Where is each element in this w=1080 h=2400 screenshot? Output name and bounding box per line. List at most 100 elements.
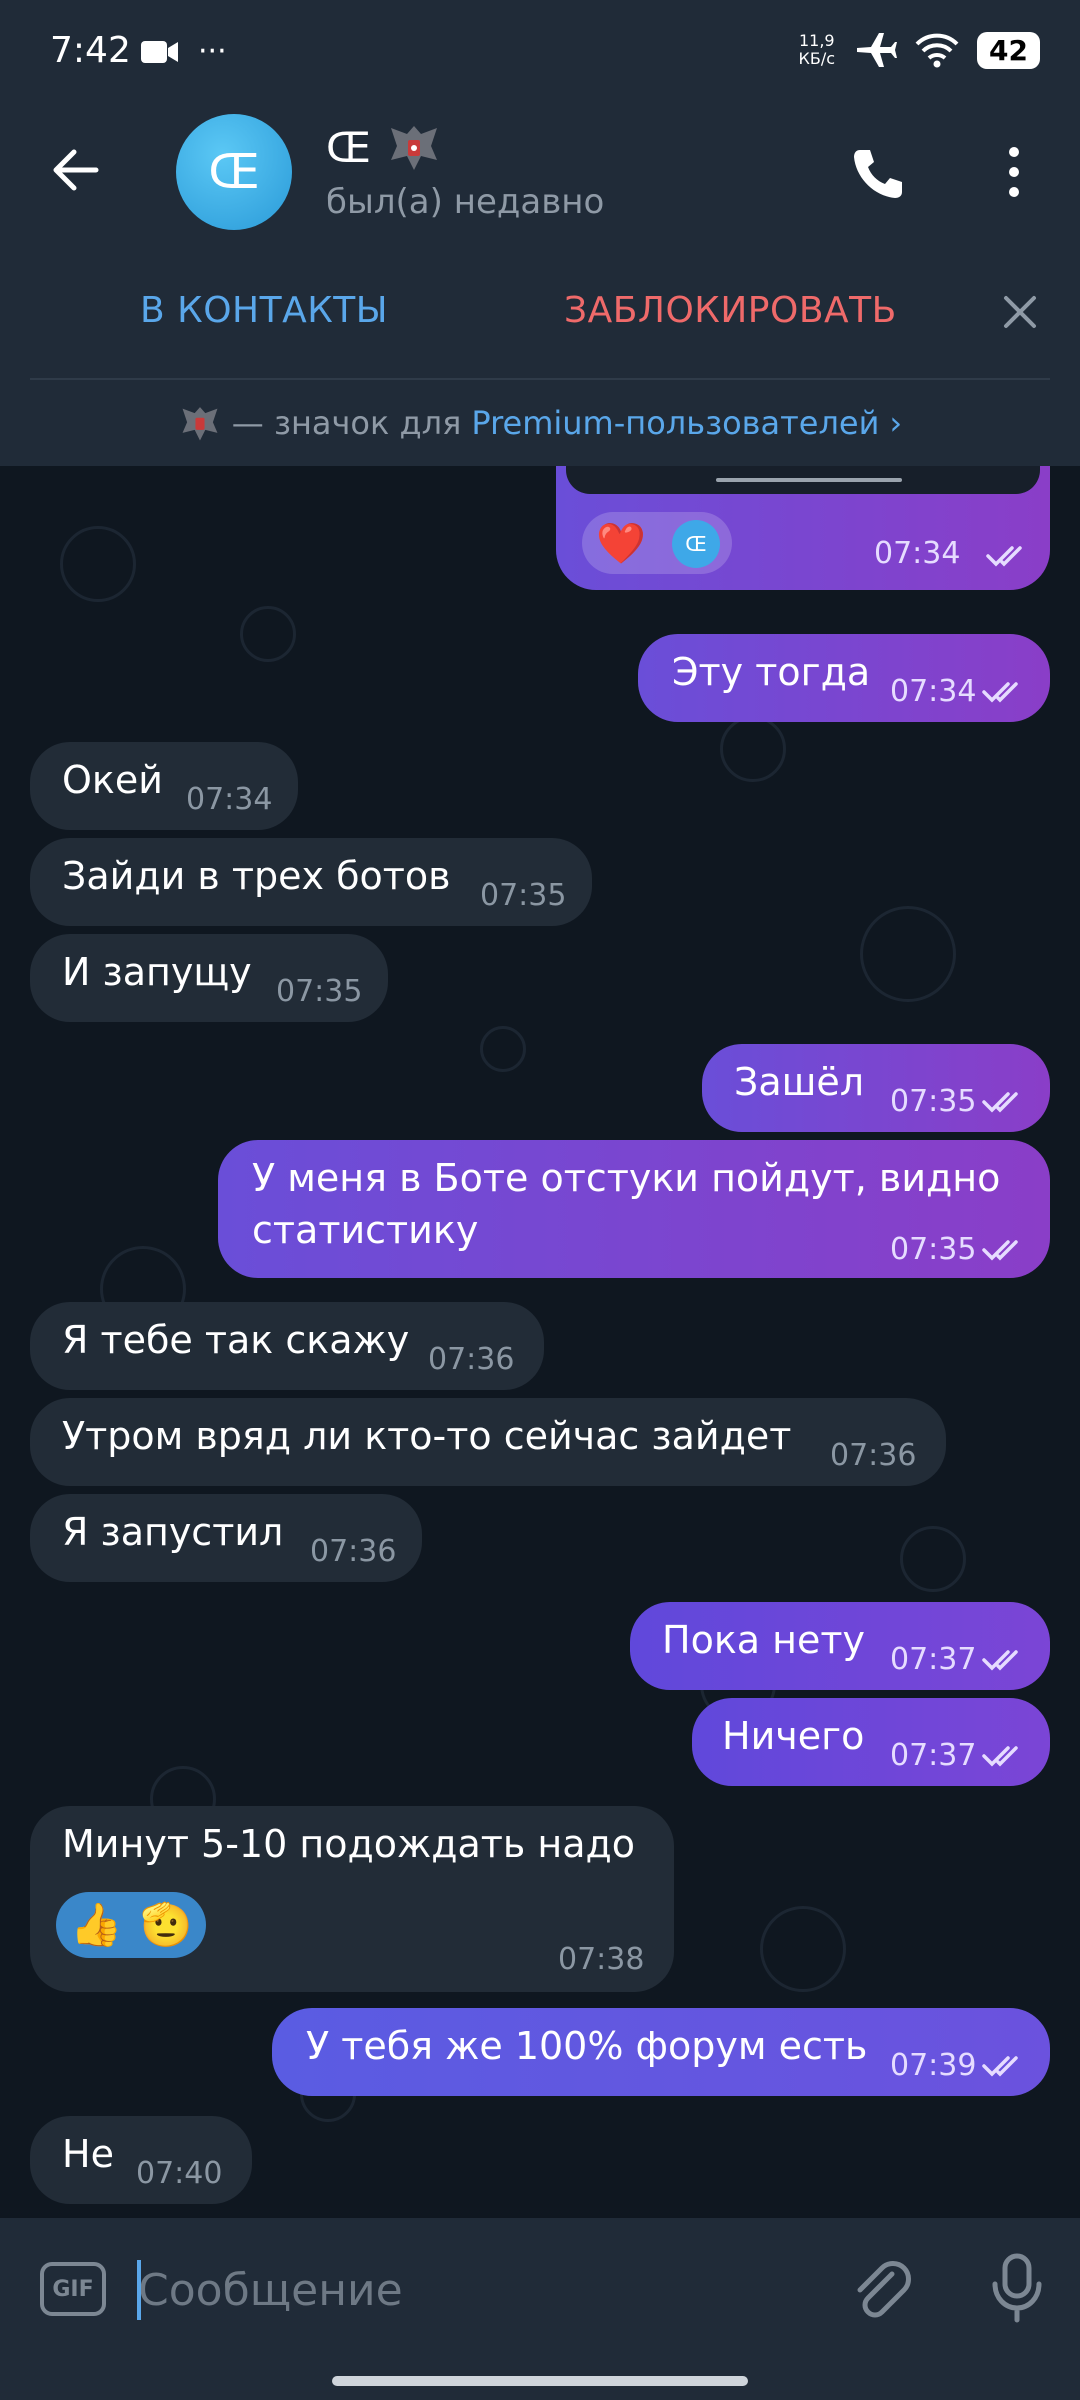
home-gesture-pill[interactable] bbox=[332, 2376, 748, 2386]
message-bubble-incoming[interactable]: Я тебе так скажу 07:36 bbox=[30, 1302, 544, 1390]
message-time: 07:36 bbox=[428, 1342, 515, 1377]
premium-link[interactable]: Premium-пользователей bbox=[471, 404, 879, 442]
reaction-salute[interactable]: 🫡 bbox=[140, 1900, 192, 1950]
reaction-heart[interactable]: ❤️ bbox=[596, 520, 646, 567]
message-bubble-outgoing[interactable]: Ничего 07:37 bbox=[692, 1698, 1050, 1786]
wallpaper-doodle bbox=[760, 1906, 846, 1992]
action-bar: В КОНТАКТЫ ЗАБЛОКИРОВАТЬ bbox=[0, 250, 1080, 380]
block-user-button[interactable]: ЗАБЛОКИРОВАТЬ bbox=[564, 290, 897, 331]
chat-header: Œ Œ был(а) недавно bbox=[0, 108, 1080, 250]
message-text: Пока нету bbox=[662, 1618, 865, 1662]
message-text: Я тебе так скажу bbox=[62, 1318, 410, 1362]
message-bubble-incoming[interactable]: Зайди в трех ботов 07:35 bbox=[30, 838, 592, 926]
message-text: У тебя же 100% форум есть bbox=[306, 2024, 868, 2068]
media-preview[interactable] bbox=[566, 466, 1040, 494]
message-text: И запущу bbox=[62, 950, 252, 994]
read-checkmarks-icon bbox=[982, 1746, 1018, 1767]
read-checkmarks-icon bbox=[982, 682, 1018, 703]
message-input[interactable] bbox=[136, 2254, 800, 2326]
message-time: 07:34 bbox=[874, 536, 961, 571]
message-text: Не bbox=[62, 2132, 114, 2176]
premium-badge-notice[interactable]: — значок для Premium-пользователей › bbox=[0, 380, 1080, 466]
message-time: 07:40 bbox=[136, 2156, 223, 2191]
system-nav-bar bbox=[0, 2358, 1080, 2400]
message-time: 07:37 bbox=[890, 1642, 977, 1677]
message-text: Зашёл bbox=[734, 1060, 865, 1104]
message-composer: GIF bbox=[0, 2218, 1080, 2358]
video-camera-icon bbox=[141, 40, 178, 63]
wallpaper-doodle bbox=[860, 906, 956, 1002]
message-list[interactable]: ❤️ Œ 07:34 Эту тогда 07:34 Окей 07:34 За… bbox=[0, 466, 1080, 2218]
message-time: 07:35 bbox=[890, 1232, 977, 1267]
emoji-status-eagle-icon[interactable] bbox=[385, 118, 443, 176]
more-vertical-icon[interactable] bbox=[1000, 142, 1028, 202]
reaction-thumbs-up[interactable]: 👍 bbox=[70, 1900, 122, 1950]
message-bubble-incoming[interactable]: Окей 07:34 bbox=[30, 742, 298, 830]
message-time: 07:36 bbox=[830, 1438, 917, 1473]
message-bubble-outgoing[interactable]: Пока нету 07:37 bbox=[630, 1602, 1050, 1690]
phone-call-icon[interactable] bbox=[850, 146, 906, 202]
reactions-pill[interactable]: ❤️ Œ bbox=[582, 512, 732, 574]
message-text: Окей bbox=[62, 758, 163, 802]
chevron-right-icon: › bbox=[889, 404, 903, 442]
message-text-line: статистику bbox=[252, 1208, 479, 1252]
message-text-line: У меня в Боте отстуки пойдут, видно bbox=[252, 1156, 1001, 1200]
add-to-contacts-button[interactable]: В КОНТАКТЫ bbox=[140, 290, 388, 331]
wallpaper-doodle bbox=[900, 1526, 966, 1592]
message-text: Утром вряд ли кто-то сейчас зайдет bbox=[62, 1414, 792, 1458]
text-caret bbox=[137, 2260, 141, 2320]
gif-button[interactable]: GIF bbox=[40, 2262, 106, 2316]
message-text: Я запустил bbox=[62, 1510, 284, 1554]
emoji-status-eagle-icon bbox=[182, 407, 218, 441]
chat-last-seen: был(а) недавно bbox=[326, 182, 605, 222]
message-text: Эту тогда bbox=[672, 650, 871, 694]
message-bubble-incoming[interactable]: И запущу 07:35 bbox=[30, 934, 388, 1022]
close-icon[interactable] bbox=[1000, 292, 1040, 332]
status-more-dots: ··· bbox=[198, 34, 227, 69]
airplane-icon bbox=[857, 33, 898, 67]
wallpaper-doodle bbox=[240, 606, 296, 662]
status-bar: 7:42 ··· 11,9 КБ/с 42 bbox=[0, 0, 1080, 108]
avatar-letter: Œ bbox=[208, 144, 260, 200]
message-bubble-outgoing[interactable]: Эту тогда 07:34 bbox=[638, 634, 1050, 722]
read-checkmarks-icon bbox=[982, 2056, 1018, 2077]
message-bubble-outgoing[interactable]: У меня в Боте отстуки пойдут, видно стат… bbox=[218, 1140, 1050, 1278]
message-text: Зайди в трех ботов bbox=[62, 854, 451, 898]
gif-label: GIF bbox=[52, 2276, 94, 2302]
message-bubble-incoming[interactable]: Утром вряд ли кто-то сейчас зайдет 07:36 bbox=[30, 1398, 946, 1486]
status-time: 7:42 bbox=[50, 30, 131, 71]
media-scroll-indicator bbox=[716, 478, 902, 482]
message-bubble-outgoing[interactable]: У тебя же 100% форум есть 07:39 bbox=[272, 2008, 1050, 2096]
chat-title[interactable]: Œ bbox=[326, 118, 443, 176]
avatar[interactable]: Œ bbox=[176, 114, 292, 230]
read-checkmarks-icon bbox=[986, 546, 1022, 567]
read-checkmarks-icon bbox=[982, 1650, 1018, 1671]
message-bubble-incoming[interactable]: Не 07:40 bbox=[30, 2116, 252, 2204]
message-bubble-incoming[interactable]: Я запустил 07:36 bbox=[30, 1494, 422, 1582]
wallpaper-doodle bbox=[720, 716, 786, 782]
read-checkmarks-icon bbox=[982, 1092, 1018, 1113]
message-time: 07:35 bbox=[890, 1084, 977, 1119]
paperclip-icon[interactable] bbox=[850, 2256, 912, 2322]
network-speed: 11,9 КБ/с bbox=[799, 32, 836, 68]
read-checkmarks-icon bbox=[982, 1240, 1018, 1261]
message-bubble-outgoing[interactable]: Зашёл 07:35 bbox=[702, 1044, 1050, 1132]
message-bubble-incoming[interactable]: Минут 5-10 подождать надо 👍 🫡 07:38 bbox=[30, 1806, 674, 1992]
battery-indicator: 42 bbox=[977, 31, 1040, 69]
premium-notice-text: — значок для bbox=[231, 404, 462, 442]
message-time: 07:34 bbox=[890, 674, 977, 709]
message-time: 07:38 bbox=[558, 1942, 645, 1977]
message-text: Ничего bbox=[722, 1714, 865, 1758]
message-text: Минут 5-10 подождать надо bbox=[62, 1822, 636, 1866]
chat-title-text: Œ bbox=[326, 122, 371, 172]
reactions-pill[interactable]: 👍 🫡 bbox=[56, 1892, 206, 1958]
reaction-avatar-letter: Œ bbox=[685, 532, 707, 556]
message-time: 07:35 bbox=[276, 974, 363, 1009]
wallpaper-doodle bbox=[480, 1026, 526, 1072]
network-speed-unit: КБ/с bbox=[798, 49, 836, 68]
message-bubble-outgoing[interactable]: ❤️ Œ 07:34 bbox=[556, 466, 1050, 590]
wallpaper-doodle bbox=[60, 526, 136, 602]
back-arrow-icon[interactable] bbox=[50, 148, 100, 192]
wifi-icon bbox=[915, 33, 959, 68]
microphone-icon[interactable] bbox=[990, 2252, 1044, 2324]
